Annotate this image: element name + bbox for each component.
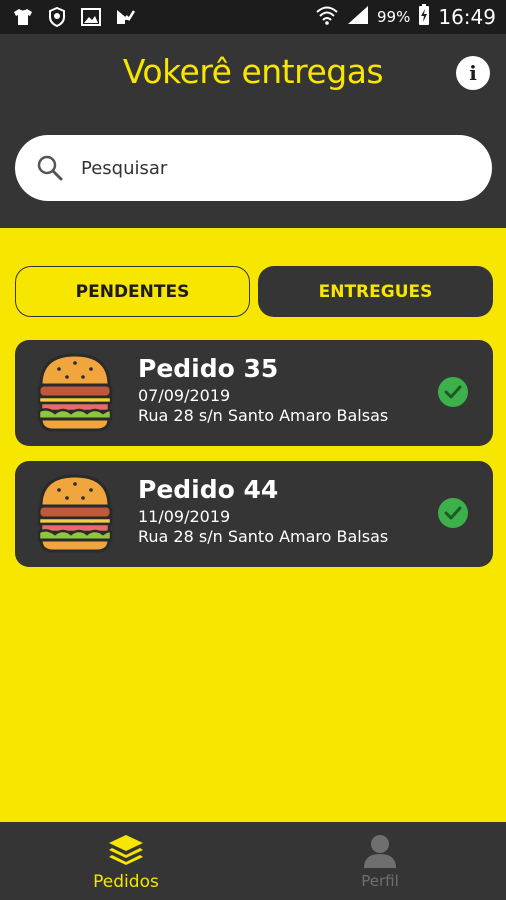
order-card[interactable]: Pedido 35 07/09/2019 Rua 28 s/n Santo Am… bbox=[15, 340, 493, 446]
order-title: Pedido 35 bbox=[138, 354, 279, 383]
wifi-icon bbox=[315, 5, 339, 30]
status-tabs: PENDENTES ENTREGUES bbox=[15, 266, 493, 317]
search-input[interactable] bbox=[81, 157, 441, 179]
nav-label: Pedidos bbox=[93, 872, 159, 892]
search-bar[interactable] bbox=[15, 135, 492, 201]
layers-icon bbox=[106, 832, 146, 870]
burger-icon bbox=[37, 351, 113, 433]
order-title: Pedido 44 bbox=[138, 475, 279, 504]
order-date: 07/09/2019 bbox=[138, 386, 231, 405]
image-icon bbox=[80, 7, 102, 27]
tab-entregues[interactable]: ENTREGUES bbox=[258, 266, 493, 317]
battery-level: 99% bbox=[377, 8, 411, 26]
check-circle-icon bbox=[438, 498, 468, 528]
info-icon[interactable]: i bbox=[456, 56, 490, 90]
tab-pendentes[interactable]: PENDENTES bbox=[15, 266, 250, 317]
bottom-nav: Pedidos Perfil bbox=[0, 822, 506, 900]
nav-pedidos[interactable]: Pedidos bbox=[66, 822, 186, 900]
clock: 16:49 bbox=[438, 5, 496, 29]
shield-icon bbox=[46, 7, 68, 27]
order-date: 11/09/2019 bbox=[138, 507, 231, 526]
nav-perfil[interactable]: Perfil bbox=[320, 822, 440, 900]
nav-label: Perfil bbox=[361, 872, 399, 890]
person-icon bbox=[360, 832, 400, 870]
app-title: Vokerê entregas bbox=[122, 52, 384, 91]
order-card[interactable]: Pedido 44 11/09/2019 Rua 28 s/n Santo Am… bbox=[15, 461, 493, 567]
check-badge-icon bbox=[114, 7, 136, 27]
battery-icon bbox=[418, 3, 430, 31]
burger-icon bbox=[37, 472, 113, 554]
shirt-icon bbox=[12, 7, 34, 27]
search-icon bbox=[35, 153, 65, 183]
status-bar: 99% 16:49 bbox=[0, 0, 506, 34]
check-circle-icon bbox=[438, 377, 468, 407]
order-address: Rua 28 s/n Santo Amaro Balsas bbox=[138, 527, 389, 546]
app-header: Vokerê entregas i bbox=[0, 34, 506, 228]
order-address: Rua 28 s/n Santo Amaro Balsas bbox=[138, 406, 389, 425]
signal-icon bbox=[347, 5, 369, 30]
